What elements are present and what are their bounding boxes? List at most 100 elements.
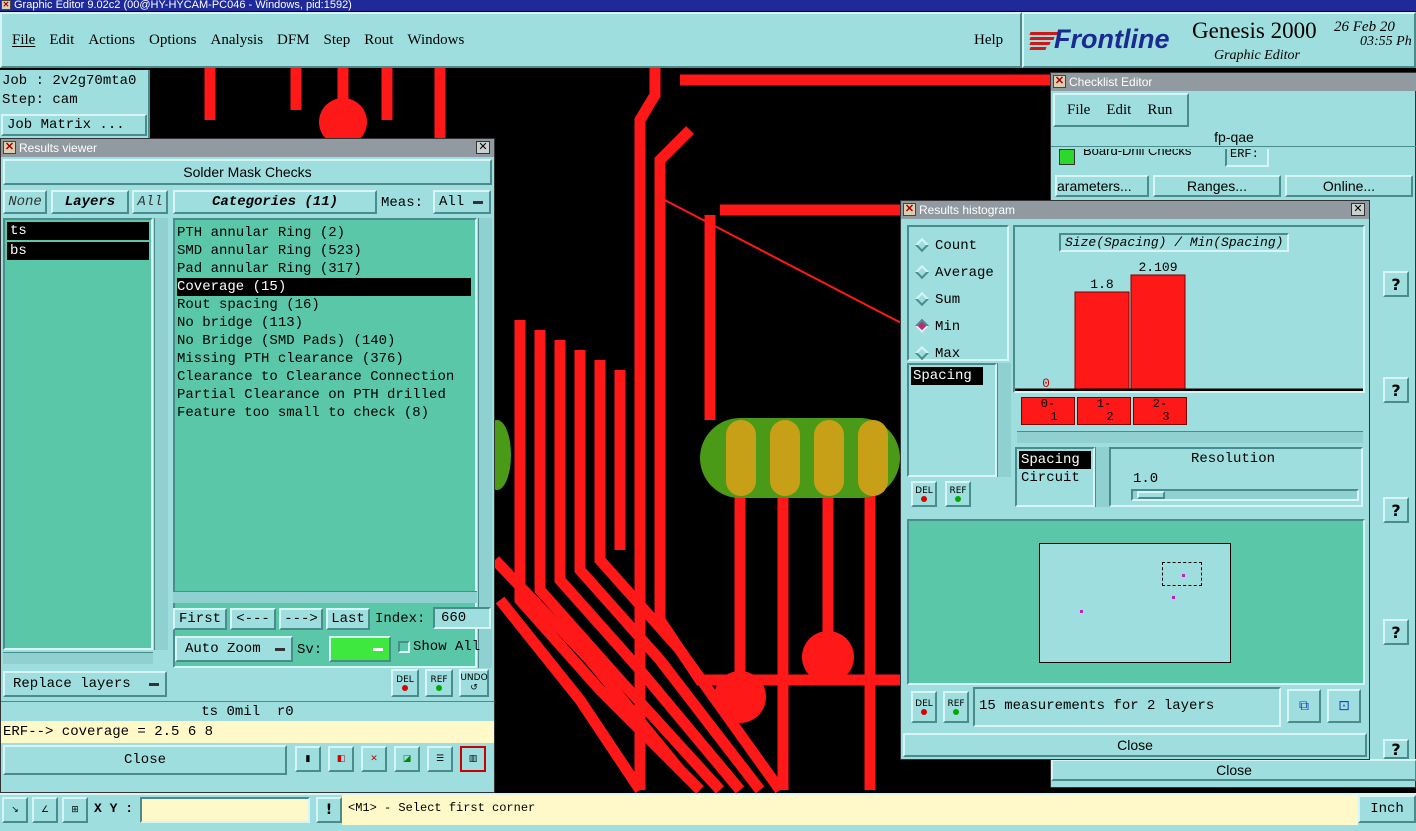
type-list-scrollbar[interactable] (1095, 447, 1109, 507)
checklist-menu-edit[interactable]: Edit (1106, 102, 1131, 119)
menu-file[interactable]: File (12, 32, 35, 49)
help-icon[interactable]: ? (1383, 619, 1409, 645)
checklist-titlebar[interactable]: ✕ Checklist Editor (1051, 73, 1416, 91)
menu-options[interactable]: Options (149, 32, 197, 49)
erf-field[interactable]: ERF: (1225, 149, 1269, 167)
zoom-fit-icon[interactable]: ⧉ (1287, 689, 1321, 723)
categories-scrollbar[interactable] (478, 218, 492, 668)
type-list[interactable]: Spacing Circuit (1015, 447, 1095, 507)
menu-rout[interactable]: Rout (364, 32, 393, 49)
mode-count[interactable]: Count (914, 233, 1007, 260)
type-item-spacing[interactable]: Spacing (1019, 451, 1091, 469)
category-item[interactable]: Feature too small to check (8) (177, 404, 473, 422)
replace-layers-dropdown[interactable]: Replace layers (3, 671, 167, 697)
menu-help[interactable]: Help (974, 32, 1003, 49)
hist-del-button-2[interactable]: DEL (911, 691, 937, 723)
help-icon[interactable]: ? (1383, 377, 1409, 403)
layer-item-bs[interactable]: bs (7, 242, 149, 260)
category-item[interactable]: No Bridge (SMD Pads) (140) (177, 332, 473, 350)
category-item[interactable]: SMD annular Ring (523) (177, 242, 473, 260)
index-input[interactable]: 660 (433, 607, 491, 629)
hist-ref-button[interactable]: REF (945, 481, 971, 507)
layer-list-hscrollbar[interactable] (3, 652, 153, 664)
bin-label[interactable]: 0- 1 (1021, 397, 1075, 425)
auto-zoom-dropdown[interactable]: Auto Zoom (175, 636, 293, 662)
type-item-circuit[interactable]: Circuit (1019, 469, 1091, 487)
meas-dropdown[interactable]: All (433, 190, 491, 214)
category-item[interactable]: Clearance to Clearance Connection (177, 368, 473, 386)
ref-button[interactable]: REF (425, 669, 453, 697)
alert-icon[interactable]: ! (316, 797, 342, 823)
units-button[interactable]: Inch (1358, 795, 1416, 823)
bin-label[interactable]: 1- 2 (1077, 397, 1131, 425)
category-item[interactable]: No bridge (113) (177, 314, 473, 332)
histogram-icon[interactable]: ▥ (460, 746, 486, 772)
report-icon[interactable]: ☰ (427, 746, 453, 772)
checklist-menu-run[interactable]: Run (1147, 102, 1172, 119)
histogram-close-button[interactable]: Close (903, 733, 1367, 757)
first-button[interactable]: First (173, 608, 227, 630)
tool-icon-2[interactable]: ◧ (328, 746, 354, 772)
preview-board[interactable] (1039, 543, 1231, 663)
cursor-mode-icon[interactable]: ↘ (2, 797, 28, 823)
checklist-row[interactable]: Board-Drill Checks ERF: (1055, 149, 1415, 169)
none-button[interactable]: None (3, 190, 47, 214)
hist-ref-button-2[interactable]: REF (943, 691, 969, 723)
layer-list[interactable]: ts bs (3, 218, 153, 650)
hist-del-button[interactable]: DEL (911, 481, 937, 507)
help-icon[interactable]: ? (1383, 739, 1409, 759)
job-matrix-button[interactable]: Job Matrix ... (1, 114, 147, 136)
parameters-button[interactable]: arameters... (1055, 175, 1149, 197)
histogram-bar[interactable] (1130, 274, 1186, 391)
category-item[interactable]: Rout spacing (16) (177, 296, 473, 314)
category-item[interactable]: Pad annular Ring (317) (177, 260, 473, 278)
measure-list[interactable]: Spacing (907, 363, 997, 477)
layer-list-scrollbar[interactable] (154, 218, 168, 650)
ranges-button[interactable]: Ranges... (1153, 175, 1281, 197)
histogram-titlebar[interactable]: ✕ Results histogram ✕ (901, 201, 1369, 219)
prev-button[interactable]: <--- (230, 608, 276, 630)
histogram-bar[interactable] (1074, 291, 1130, 391)
measure-item-spacing[interactable]: Spacing (911, 367, 983, 385)
menu-step[interactable]: Step (324, 32, 351, 49)
next-button[interactable]: ---> (279, 608, 323, 630)
menu-actions[interactable]: Actions (88, 32, 135, 49)
category-item[interactable]: Missing PTH clearance (376) (177, 350, 473, 368)
del-button[interactable]: DEL (391, 669, 419, 697)
measure-list-scrollbar[interactable] (997, 363, 1011, 477)
last-button[interactable]: Last (326, 608, 370, 630)
sv-color-dropdown[interactable] (329, 636, 391, 662)
show-all-checkbox[interactable] (398, 641, 410, 653)
category-item[interactable]: PTH annular Ring (2) (177, 224, 473, 242)
menu-analysis[interactable]: Analysis (211, 32, 264, 49)
online-button[interactable]: Online... (1285, 175, 1413, 197)
close-icon[interactable]: ✕ (1351, 203, 1365, 216)
all-layers-button[interactable]: All (132, 190, 168, 214)
menu-dfm[interactable]: DFM (277, 32, 310, 49)
help-icon[interactable]: ? (1383, 271, 1409, 297)
checklist-menu-file[interactable]: File (1067, 102, 1090, 119)
measure-mode-icon[interactable]: ∠ (32, 797, 58, 823)
menu-edit[interactable]: Edit (49, 32, 74, 49)
resolution-slider[interactable] (1131, 489, 1359, 501)
categories-button[interactable]: Categories (11) (173, 190, 377, 214)
undo-button[interactable]: UNDO ↺ (459, 669, 489, 697)
xy-input[interactable] (140, 797, 310, 823)
category-item[interactable]: Partial Clearance on PTH drilled (177, 386, 473, 404)
layers-button[interactable]: Layers (51, 190, 129, 214)
mode-sum[interactable]: Sum (914, 287, 1007, 314)
category-item-selected[interactable]: Coverage (15) (177, 278, 471, 296)
chart-hscrollbar[interactable] (1017, 431, 1363, 443)
tool-icon-3[interactable]: ✕ (361, 746, 387, 772)
grid-mode-icon[interactable]: ⊞ (62, 797, 88, 823)
menu-windows[interactable]: Windows (407, 32, 464, 49)
results-viewer-titlebar[interactable]: ✕ Results viewer ✕ (1, 139, 494, 157)
close-icon[interactable]: ✕ (476, 141, 490, 154)
layer-item-ts[interactable]: ts (7, 222, 149, 240)
zoom-select-icon[interactable]: ⊡ (1327, 689, 1361, 723)
categories-hscrollbar[interactable] (173, 591, 477, 603)
mode-average[interactable]: Average (914, 260, 1007, 287)
checklist-close-button[interactable]: Close (1051, 759, 1416, 781)
tool-icon-1[interactable]: ▮ (295, 746, 321, 772)
bin-label[interactable]: 2- 3 (1133, 397, 1187, 425)
